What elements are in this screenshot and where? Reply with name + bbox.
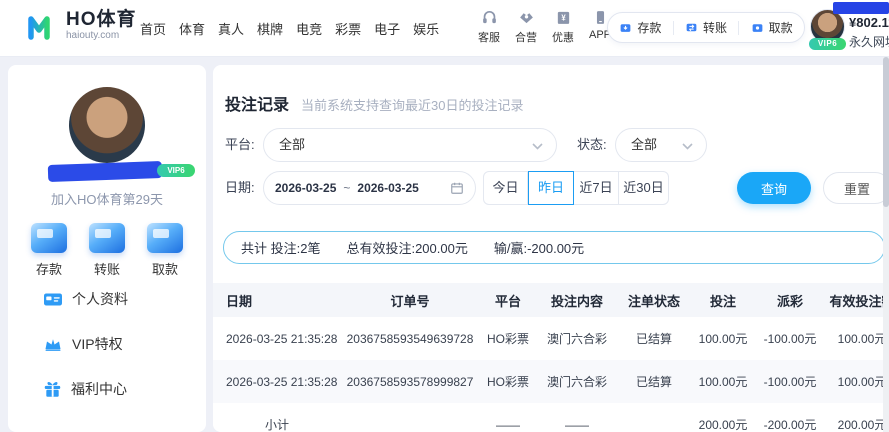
withdraw-3d-icon (147, 223, 183, 253)
phone-icon (592, 9, 609, 26)
withdraw-icon (751, 21, 764, 34)
top-header: HO体育 haiouty.com 首页 体育 真人 棋牌 电竞 彩票 电子 娱乐… (0, 0, 889, 57)
summary-total: 共计 投注:2笔 (241, 238, 320, 257)
permanent-url-label: 永久网址: (849, 33, 889, 50)
handshake-icon (518, 9, 535, 26)
main-nav: 首页 体育 真人 棋牌 电竞 彩票 电子 娱乐 (140, 0, 439, 57)
deposit-3d-icon (31, 223, 67, 253)
reset-button[interactable]: 重置 (823, 172, 889, 204)
svg-text:¥: ¥ (561, 13, 566, 22)
wallet-pill: 存款 转账 取款 (607, 12, 805, 43)
sidebar-item-welfare[interactable]: 福利中心 (44, 379, 128, 399)
partnership-link[interactable]: 合营 (511, 9, 541, 45)
deposit-icon (619, 21, 632, 34)
table-row: 2026-03-25 21:35:28 2036758593549639728 … (213, 317, 889, 360)
promotions-link[interactable]: ¥ 优惠 (548, 9, 578, 45)
nav-home[interactable]: 首页 (140, 19, 166, 38)
sidebar-deposit-button[interactable]: 存款 (31, 223, 67, 278)
date-range-tabs: 今日 昨日 近7日 近30日 (483, 171, 669, 205)
page-subtitle: 当前系统支持查询最近30日的投注记录 (301, 95, 523, 114)
nav-lottery[interactable]: 彩票 (335, 19, 361, 38)
id-card-icon (44, 292, 62, 307)
calendar-icon (450, 181, 464, 195)
profile-sidebar: VIP6 加入HO体育第29天 存款 转账 取款 个人资料 (8, 65, 206, 432)
table-row: 2026-03-25 21:35:28 2036758593578999827 … (213, 360, 889, 403)
date-label: 日期: (225, 171, 255, 205)
status-select[interactable]: 全部 (615, 128, 707, 162)
date-start: 2026-03-25 (275, 181, 336, 195)
range-yesterday-button[interactable]: 昨日 (528, 171, 574, 205)
profile-avatar[interactable] (69, 87, 145, 163)
logo-domain: haiouty.com (66, 30, 137, 42)
summary-winloss: 输/赢:-200.00元 (494, 238, 584, 257)
table-subtotal-row: 小计 —— —— 200.00元 -200.00元 200.00元 (213, 403, 889, 432)
vip-badge-side: VIP6 (157, 164, 195, 177)
logo-mark-icon (26, 11, 58, 41)
nav-sports[interactable]: 体育 (179, 19, 205, 38)
table-header-row: 日期 订单号 平台 投注内容 注单状态 投注 派彩 有效投注额 (213, 283, 889, 317)
transfer-icon (685, 21, 698, 34)
transfer-3d-icon (89, 223, 125, 253)
censored-username (833, 2, 889, 14)
bet-records-panel: 投注记录 当前系统支持查询最近30日的投注记录 平台: 全部 状态: 全部 日期… (213, 65, 889, 432)
customer-service-link[interactable]: 客服 (474, 9, 504, 45)
logo-title: HO体育 (66, 10, 137, 30)
sidebar-item-profile[interactable]: 个人资料 (44, 289, 128, 309)
query-button[interactable]: 查询 (737, 172, 811, 204)
vip-badge: VIP6 (809, 38, 846, 50)
header-quick-links: 客服 合营 ¥ 优惠 APP (474, 9, 615, 45)
summary-bar: 共计 投注:2笔 总有效投注:200.00元 输/赢:-200.00元 (223, 231, 885, 264)
status-label: 状态: (577, 128, 607, 162)
nav-esports[interactable]: 电竞 (296, 19, 322, 38)
sidebar-withdraw-button[interactable]: 取款 (147, 223, 183, 278)
censored-username-side (48, 161, 163, 182)
chevron-down-icon (532, 143, 543, 150)
transfer-button[interactable]: 转账 (674, 19, 739, 36)
user-block: VIP6 ¥802.11 永久网址: (810, 9, 889, 44)
scrollbar-thumb[interactable] (883, 57, 889, 207)
nav-entertainment[interactable]: 娱乐 (413, 19, 439, 38)
bet-records-table: 日期 订单号 平台 投注内容 注单状态 投注 派彩 有效投注额 2026-03-… (213, 283, 889, 432)
nav-slots[interactable]: 电子 (374, 19, 400, 38)
nav-live[interactable]: 真人 (218, 19, 244, 38)
join-days-text: 加入HO体育第29天 (8, 189, 206, 208)
platform-label: 平台: (225, 128, 255, 162)
chevron-down-icon (682, 143, 693, 150)
page-title: 投注记录 (225, 91, 289, 115)
range-today-button[interactable]: 今日 (483, 171, 528, 205)
crown-icon (44, 337, 62, 352)
summary-valid: 总有效投注:200.00元 (346, 238, 467, 257)
date-range-input[interactable]: 2026-03-25 ~ 2026-03-25 (263, 171, 476, 205)
page-scrollbar (883, 57, 889, 432)
headset-icon (481, 9, 498, 26)
date-end: 2026-03-25 (357, 181, 418, 195)
balance-amount: ¥802.11 (849, 15, 889, 30)
range-7days-button[interactable]: 近7日 (574, 171, 619, 205)
gift-icon (44, 381, 61, 397)
site-logo[interactable]: HO体育 haiouty.com (26, 10, 137, 42)
nav-cards[interactable]: 棋牌 (257, 19, 283, 38)
coupon-icon: ¥ (555, 9, 572, 26)
deposit-button[interactable]: 存款 (608, 19, 673, 36)
range-30days-button[interactable]: 近30日 (619, 171, 669, 205)
sidebar-item-vip[interactable]: VIP特权 (44, 334, 128, 354)
withdraw-button[interactable]: 取款 (739, 19, 804, 36)
sidebar-transfer-button[interactable]: 转账 (89, 223, 125, 278)
platform-select[interactable]: 全部 (263, 128, 557, 162)
